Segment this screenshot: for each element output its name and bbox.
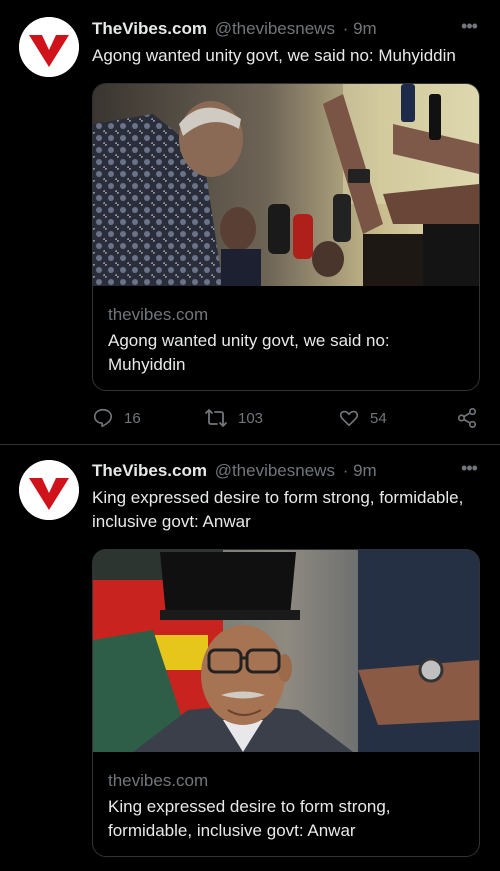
retweet-button[interactable]: 103 xyxy=(204,406,263,430)
thevibes-logo-icon xyxy=(19,17,79,77)
like-button[interactable]: 54 xyxy=(338,406,387,430)
link-card[interactable]: thevibes.com Agong wanted unity govt, we… xyxy=(92,83,480,391)
link-card[interactable]: thevibes.com King expressed desire to fo… xyxy=(92,549,480,857)
more-options-button[interactable]: ••• xyxy=(458,17,480,41)
card-image[interactable] xyxy=(93,550,479,752)
reply-button[interactable]: 16 xyxy=(92,406,141,430)
news-photo-portrait xyxy=(93,550,479,752)
like-count: 54 xyxy=(370,409,387,427)
tweet-text: Agong wanted unity govt, we said no: Muh… xyxy=(92,46,456,65)
tweet[interactable]: TheVibes.com @thevibesnews · 9m ••• King… xyxy=(0,445,500,871)
card-image[interactable] xyxy=(93,84,479,286)
reply-icon xyxy=(93,408,113,428)
share-button[interactable] xyxy=(456,406,488,430)
tweet-time[interactable]: · 9m xyxy=(343,19,377,38)
retweet-icon xyxy=(205,409,227,427)
retweet-count: 103 xyxy=(238,409,264,427)
reply-count: 16 xyxy=(124,409,141,427)
share-icon xyxy=(457,408,477,428)
card-title: Agong wanted unity govt, we said no: Muh… xyxy=(108,331,390,374)
avatar[interactable] xyxy=(19,17,79,77)
card-domain: thevibes.com xyxy=(108,305,209,324)
tweet-text: King expressed desire to form strong, fo… xyxy=(92,488,464,531)
author-name[interactable]: TheVibes.com xyxy=(92,19,207,38)
card-title: King expressed desire to form strong, fo… xyxy=(108,797,391,840)
news-photo-press-scrum xyxy=(93,84,479,286)
tweet-time[interactable]: · 9m xyxy=(343,461,377,480)
tweet-header: TheVibes.com @thevibesnews · 9m ••• xyxy=(92,459,480,483)
heart-icon xyxy=(339,410,359,427)
author-name[interactable]: TheVibes.com xyxy=(92,461,207,480)
tweet-actions: 16 103 54 xyxy=(92,406,480,430)
more-options-button[interactable]: ••• xyxy=(458,459,480,483)
author-handle[interactable]: @thevibesnews xyxy=(215,461,335,480)
thevibes-logo-icon xyxy=(19,460,79,520)
author-handle[interactable]: @thevibesnews xyxy=(215,19,335,38)
avatar[interactable] xyxy=(19,460,79,520)
tweet[interactable]: TheVibes.com @thevibesnews · 9m ••• Agon… xyxy=(0,0,500,445)
card-domain: thevibes.com xyxy=(108,771,209,790)
tweet-header: TheVibes.com @thevibesnews · 9m ••• xyxy=(92,17,480,41)
